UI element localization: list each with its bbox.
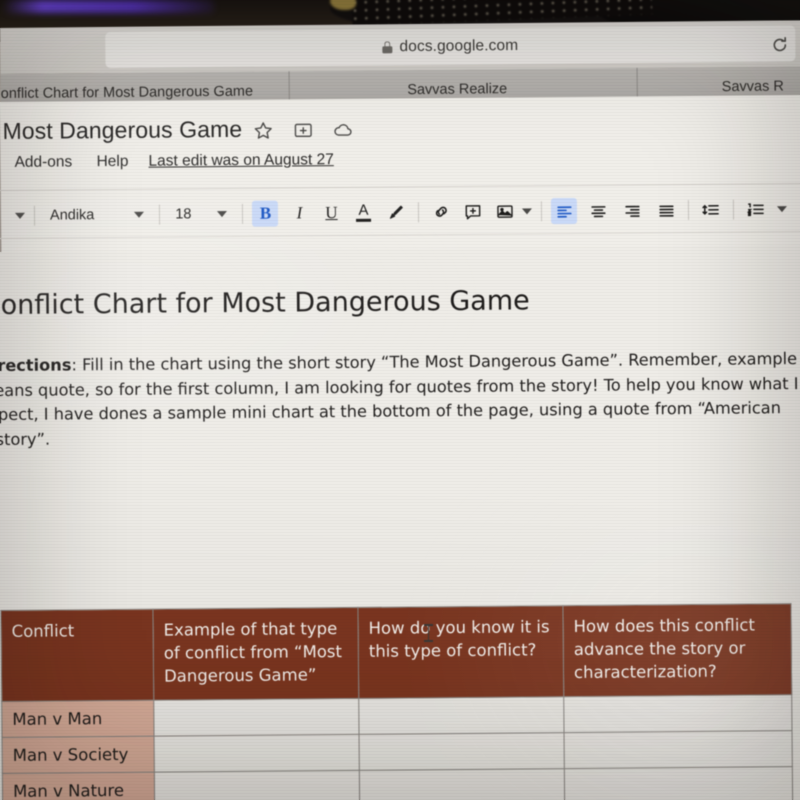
docs-title-bar: r Most Dangerous Game — [0, 103, 800, 154]
image-options-caret-icon[interactable] — [522, 208, 533, 215]
toolbar-separator — [418, 202, 420, 223]
cell-man-v-man-advance[interactable] — [563, 694, 793, 733]
underline-button[interactable]: U — [318, 200, 344, 226]
align-left-icon[interactable] — [551, 197, 578, 225]
bold-button[interactable]: B — [252, 200, 279, 227]
align-center-icon[interactable] — [585, 198, 611, 224]
table-row[interactable]: Man v Nature — [2, 766, 793, 800]
highlight-pen-icon[interactable] — [383, 199, 409, 225]
row-label-man-v-society: Man v Society — [2, 736, 155, 774]
toolbar-separator — [242, 203, 244, 224]
cell-man-v-nature-how-know[interactable] — [359, 768, 565, 800]
document-heading: Conflict Chart for Most Dangerous Game — [0, 285, 530, 322]
url-text: docs.google.com — [399, 37, 519, 56]
font-size-value: 18 — [175, 206, 192, 223]
insert-link-icon[interactable] — [428, 199, 454, 225]
text-color-swatch — [356, 218, 372, 222]
move-to-folder-icon[interactable] — [292, 119, 314, 141]
lock-icon — [382, 41, 393, 54]
numbered-list-icon[interactable] — [743, 196, 769, 222]
reload-icon[interactable] — [771, 36, 788, 53]
table-header-example: Example of that type of conflict from “M… — [152, 607, 359, 701]
docs-menu-bar: s Add-ons Help Last edit was on August 2… — [0, 147, 800, 184]
menu-item-help[interactable]: Help — [96, 153, 128, 171]
cell-man-v-nature-example[interactable] — [154, 770, 360, 800]
row-label-man-v-nature: Man v Nature — [2, 772, 155, 800]
cell-man-v-society-advance[interactable] — [564, 730, 793, 769]
last-edit-link[interactable]: Last edit was on August 27 — [148, 151, 333, 171]
list-options-caret-icon[interactable] — [777, 206, 788, 213]
toolbar-separator — [33, 205, 36, 226]
line-spacing-icon[interactable] — [698, 197, 724, 223]
add-comment-icon[interactable] — [460, 199, 486, 225]
italic-button[interactable]: I — [286, 200, 312, 226]
font-family-value: Andika — [49, 207, 95, 224]
address-bar-content[interactable]: docs.google.com — [105, 25, 795, 68]
toolbar-separator — [733, 199, 735, 220]
document-page[interactable]: Conflict Chart for Most Dangerous Game D… — [0, 244, 800, 800]
menu-item-addons[interactable]: Add-ons — [14, 153, 72, 172]
toolbar-overflow-caret-icon[interactable] — [14, 212, 26, 219]
cell-man-v-man-how-know[interactable] — [358, 696, 565, 735]
toolbar-separator — [688, 199, 690, 220]
cloud-saved-icon[interactable] — [332, 119, 354, 141]
chevron-down-icon[interactable] — [217, 211, 228, 218]
table-header-row: Conflict Example of that type of conflic… — [0, 603, 792, 702]
photographed-screen: docs.google.com onflict Chart for Most D… — [0, 0, 800, 800]
toolbar-separator — [541, 201, 543, 222]
docs-toolbar: Andika 18 B I U A — [1, 187, 800, 238]
table-header-how-know: How do you know it is this type of confl… — [357, 605, 564, 699]
directions-label: Directions — [0, 355, 72, 376]
text-color-button[interactable]: A — [350, 200, 376, 226]
directions-text: : Fill in the chart using the short stor… — [0, 349, 799, 449]
cell-man-v-society-how-know[interactable] — [359, 732, 565, 771]
align-justify-icon[interactable] — [653, 197, 679, 223]
conflict-chart-table[interactable]: Conflict Example of that type of conflic… — [0, 603, 793, 800]
row-label-man-v-man: Man v Man — [1, 700, 155, 738]
cell-man-v-man-example[interactable] — [153, 698, 360, 737]
document-title[interactable]: r Most Dangerous Game — [0, 116, 242, 145]
text-color-letter: A — [358, 201, 369, 219]
purple-screen-glow — [4, 0, 214, 13]
table-header-advance: How does this conflict advance the story… — [562, 603, 792, 697]
document-directions-paragraph: Directions: Fill in the chart using the … — [0, 347, 800, 452]
chevron-down-icon[interactable] — [134, 211, 145, 218]
star-icon[interactable] — [252, 120, 274, 142]
table-header-conflict: Conflict — [0, 609, 154, 702]
font-family-selector[interactable]: Andika — [44, 203, 151, 228]
toolbar-separator — [159, 204, 161, 225]
font-size-selector[interactable]: 18 — [169, 202, 233, 227]
insert-image-icon[interactable] — [492, 198, 518, 224]
cell-man-v-nature-advance[interactable] — [564, 766, 793, 800]
google-docs-app: r Most Dangerous Game Add-ons Help Last … — [0, 95, 800, 800]
text-cursor-icon — [424, 624, 433, 642]
title-icon-group — [252, 119, 354, 142]
align-right-icon[interactable] — [619, 197, 645, 223]
cell-man-v-society-example[interactable] — [154, 734, 360, 773]
